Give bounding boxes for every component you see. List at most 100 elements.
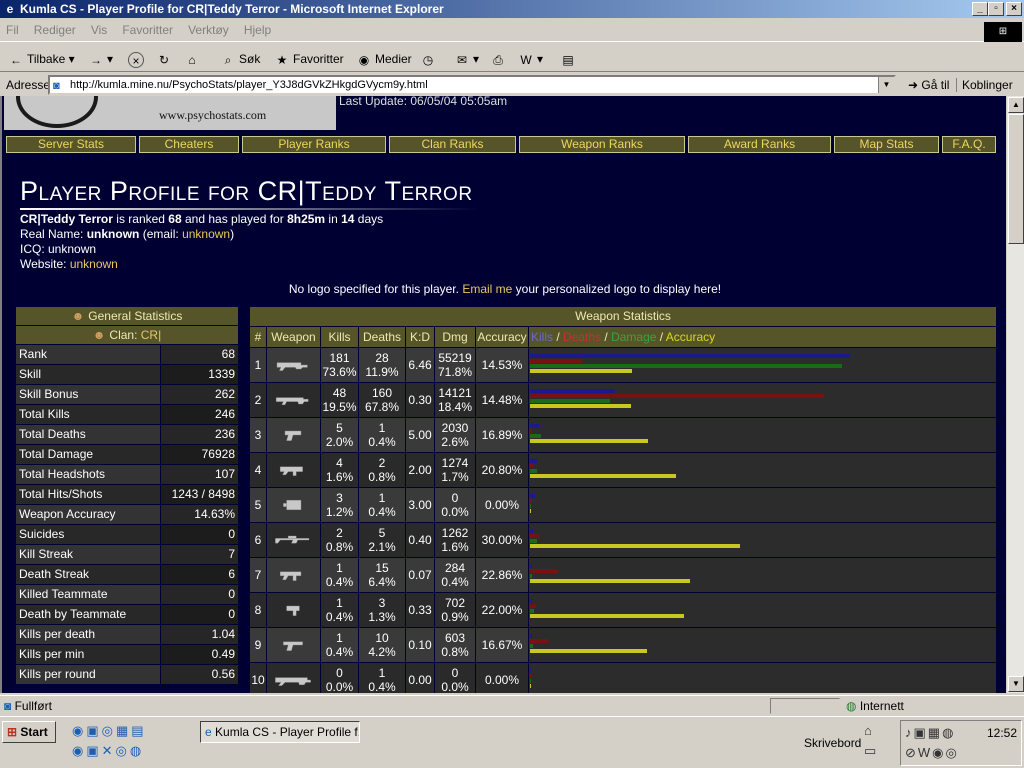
weapon-icon-cell[interactable] [267, 523, 321, 557]
website-link[interactable]: unknown [70, 257, 118, 271]
summary-rank: 68 [168, 212, 182, 226]
weapon-icon-cell[interactable] [267, 383, 321, 417]
mail-button[interactable]: ✉ ▾ [452, 48, 479, 70]
stat-row: Death Streak 6 [16, 565, 238, 585]
col-kd[interactable]: K:D [406, 327, 435, 347]
start-button[interactable]: ⊞ Start [2, 721, 56, 743]
weapon-icon-cell[interactable] [267, 348, 321, 382]
email-me-link[interactable]: Email me [462, 282, 512, 296]
weapon-row[interactable]: 3 5 2.0% 1 0.4% 5.00 2030 2.6% 16.89% [250, 418, 996, 452]
stop-button[interactable]: × [126, 48, 147, 70]
menu-file[interactable]: Fil [0, 20, 25, 40]
desktop-toolbar[interactable]: Skrivebord [804, 736, 861, 750]
tray-icons[interactable]: ♪▣▦◍ ⊘W◉◎ [905, 723, 959, 763]
weapon-deaths: 3 1.3% [359, 593, 406, 627]
scroll-down-icon[interactable]: ▼ [1008, 676, 1024, 692]
clan-link[interactable]: CR| [141, 328, 161, 342]
minimize-button[interactable]: _ [972, 2, 988, 16]
menu-view[interactable]: Vis [85, 20, 113, 40]
col-num[interactable]: # [250, 327, 267, 347]
quick-launch[interactable]: ◉▣◎▦▤ ◉▣✕◎◍ [72, 721, 192, 765]
weapon-icon-cell[interactable] [267, 488, 321, 522]
weapon-row[interactable]: 1 181 73.6% 28 11.9% 6.46 55219 71.8% 14.53% [250, 348, 996, 382]
taskbar-ie-task[interactable]: e Kumla CS - Player Profile f... [200, 721, 360, 743]
weapon-row[interactable]: 4 4 1.6% 2 0.8% 2.00 1274 1.7% 20.80% [250, 453, 996, 487]
stat-label: Skill Bonus [16, 385, 160, 404]
zone-label: Internett [859, 699, 904, 713]
go-arrow-icon: ➜ [908, 78, 919, 92]
weapon-kills: 1 0.4% [321, 593, 359, 627]
nav-server-stats[interactable]: Server Stats [6, 136, 136, 153]
bar-damage [530, 539, 537, 543]
summary-text: is ranked [112, 212, 169, 226]
discuss-button[interactable]: ▤ [558, 48, 579, 70]
nav-clan-ranks[interactable]: Clan Ranks [389, 136, 516, 153]
home-button[interactable]: ⌂ [182, 48, 203, 70]
nav-player-ranks[interactable]: Player Ranks [242, 136, 386, 153]
weapon-row[interactable]: 9 1 0.4% 10 4.2% 0.10 603 0.8% 16.67% [250, 628, 996, 662]
col-accuracy[interactable]: Accuracy [476, 327, 529, 347]
nav-faq[interactable]: F.A.Q. [942, 136, 996, 153]
window-titlebar[interactable]: e Kumla CS - Player Profile for CR|Teddy… [0, 0, 1024, 18]
weapon-row[interactable]: 10 0 0.0% 1 0.4% 0.00 0 0.0% 0.00% [250, 663, 996, 693]
favorites-button[interactable]: ★ Favoritter [272, 48, 344, 70]
weapon-row[interactable]: 7 1 0.4% 15 6.4% 0.07 284 0.4% 22.86% [250, 558, 996, 592]
col-deaths[interactable]: Deaths [359, 327, 406, 347]
scroll-thumb[interactable] [1008, 114, 1024, 244]
desktop-tray-icons[interactable]: ⌂ ▭ [864, 721, 876, 761]
history-button[interactable]: ◷ [418, 48, 439, 70]
scroll-up-icon[interactable]: ▲ [1008, 97, 1024, 113]
edit-button[interactable]: W ▾ [516, 48, 543, 70]
weapon-row[interactable]: 5 3 1.2% 1 0.4% 3.00 0 0.0% 0.00% [250, 488, 996, 522]
damage-percent: 0.0% [441, 505, 469, 519]
weapon-kills: 2 0.8% [321, 523, 359, 557]
deaths-percent: 0.4% [368, 435, 396, 449]
weapon-icon-cell[interactable] [267, 558, 321, 592]
real-name-line: Real Name: unknown (email: unknown) [20, 227, 234, 242]
weapon-icon-cell[interactable] [267, 593, 321, 627]
weapon-icon-cell[interactable] [267, 453, 321, 487]
refresh-button[interactable]: ↻ [154, 48, 175, 70]
bar-accuracy [530, 579, 690, 583]
email-link[interactable]: unknown [182, 227, 230, 241]
bar-kills [530, 669, 531, 673]
col-kills[interactable]: Kills [321, 327, 359, 347]
col-dmg[interactable]: Dmg [435, 327, 476, 347]
close-button[interactable]: × [1006, 2, 1022, 16]
weapon-icon-cell[interactable] [267, 663, 321, 693]
stat-label: Suicides [16, 525, 160, 544]
address-input[interactable]: ◙ http://kumla.mine.nu/PsychoStats/playe… [48, 75, 896, 95]
weapon-icon-cell[interactable] [267, 418, 321, 452]
search-button[interactable]: ⌕ Søk [218, 48, 261, 70]
kills-count: 5 [336, 421, 343, 435]
col-weapon[interactable]: Weapon [267, 327, 321, 347]
icq-line: ICQ: unknown [20, 242, 97, 256]
menu-tools[interactable]: Verktøy [182, 20, 235, 40]
nav-map-stats[interactable]: Map Stats [834, 136, 939, 153]
menu-help[interactable]: Hjelp [238, 20, 277, 40]
go-button[interactable]: ➜ Gå til [908, 78, 949, 92]
maximize-button[interactable]: ▫ [988, 2, 1004, 16]
stat-label: Kills per round [16, 665, 160, 684]
address-dropdown-icon[interactable]: ▼ [878, 77, 894, 93]
player-summary: CR|Teddy Terror is ranked 68 and has pla… [20, 212, 383, 227]
links-button[interactable]: Koblinger [956, 78, 1013, 92]
menu-edit[interactable]: Rediger [28, 20, 82, 40]
weapon-row[interactable]: 2 48 19.5% 160 67.8% 0.30 14121 18.4% 14.48% [250, 383, 996, 417]
back-button[interactable]: ← Tilbake ▾ [6, 48, 75, 70]
kills-count: 3 [336, 491, 343, 505]
print-button[interactable]: ⎙ [488, 48, 509, 70]
stat-label: Total Hits/Shots [16, 485, 160, 504]
weapon-row[interactable]: 6 2 0.8% 5 2.1% 0.40 1262 1.6% 30.00% [250, 523, 996, 557]
deaths-percent: 1.3% [368, 610, 396, 624]
menu-favorites[interactable]: Favoritter [116, 20, 179, 40]
nav-cheaters[interactable]: Cheaters [139, 136, 239, 153]
media-button[interactable]: ◉ Medier [354, 48, 412, 70]
weapon-icon-cell[interactable] [267, 628, 321, 662]
nav-award-ranks[interactable]: Award Ranks [688, 136, 831, 153]
vertical-scrollbar[interactable]: ▲ ▼ [1006, 96, 1024, 693]
forward-button[interactable]: → ▾ [86, 48, 113, 70]
nav-weapon-ranks[interactable]: Weapon Ranks [519, 136, 685, 153]
weapon-row[interactable]: 8 1 0.4% 3 1.3% 0.33 702 0.9% 22.00% [250, 593, 996, 627]
real-name-label: Real Name: [20, 227, 87, 241]
